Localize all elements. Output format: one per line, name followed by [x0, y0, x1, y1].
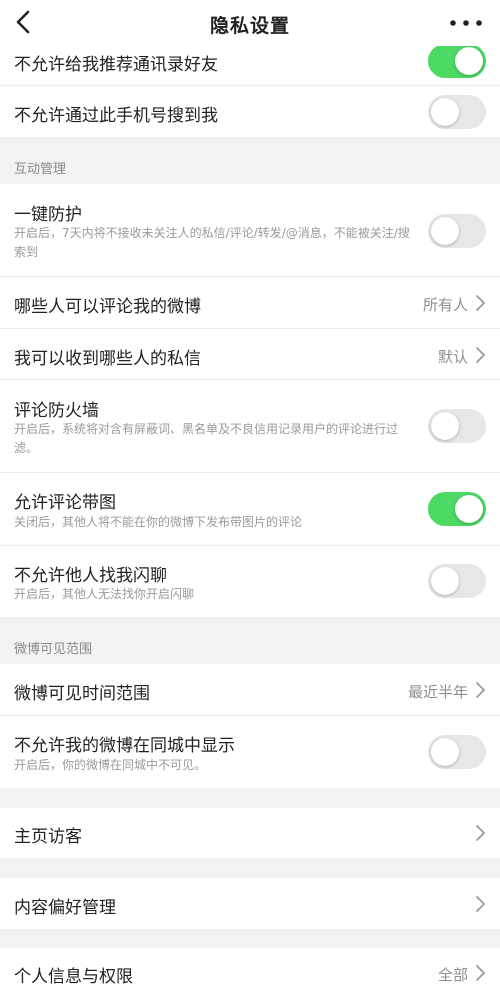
row-label: 不允许他人找我闪聊 — [14, 566, 167, 586]
navigation-bar: 隐私设置 — [0, 0, 500, 46]
row-personal-info[interactable]: 个人信息与权限 全部 — [0, 948, 500, 988]
chevron-right-icon — [476, 896, 485, 912]
chevron-right-icon — [476, 295, 485, 311]
toggle-flash-chat[interactable] — [428, 564, 486, 598]
toggle-recommend-contacts[interactable] — [428, 44, 486, 78]
toggle-knob — [431, 412, 459, 440]
row-content-preference[interactable]: 内容偏好管理 — [0, 878, 500, 929]
row-who-can-message[interactable]: 我可以收到哪些人的私信 默认 — [0, 329, 500, 380]
row-label: 允许评论带图 — [14, 493, 116, 513]
toggle-knob — [431, 567, 459, 595]
toggle-comment-firewall[interactable] — [428, 409, 486, 443]
chevron-right-icon — [476, 825, 485, 841]
row-label: 哪些人可以评论我的微博 — [14, 297, 201, 317]
toggle-search-by-phone[interactable] — [428, 95, 486, 129]
toggle-same-city[interactable] — [428, 735, 486, 769]
row-description: 开启后，其他人无法找你开启闪聊 — [14, 587, 195, 601]
row-who-can-comment[interactable]: 哪些人可以评论我的微博 所有人 — [0, 277, 500, 329]
row-label: 不允许通过此手机号搜到我 — [14, 106, 218, 126]
row-homepage-visitors[interactable]: 主页访客 — [0, 808, 500, 858]
row-value: 全部 — [437, 966, 468, 984]
chevron-right-icon — [476, 347, 485, 363]
row-label: 内容偏好管理 — [14, 898, 116, 918]
row-value: 默认 — [437, 348, 468, 366]
row-label: 评论防火墙 — [14, 401, 99, 421]
ellipsis-icon — [450, 20, 482, 26]
toggle-knob — [455, 47, 483, 75]
row-description: 开启后，你的微博在同城中不可见。 — [14, 758, 207, 772]
row-description: 开启后，7天内将不接收未关注人的私信/评论/转发/@消息，不能被关注/搜索到 — [14, 226, 410, 259]
row-value: 最近半年 — [407, 683, 468, 701]
row-label: 不允许给我推荐通讯录好友 — [14, 55, 218, 75]
row-visible-time-range[interactable]: 微博可见时间范围 最近半年 — [0, 664, 500, 716]
row-description: 关闭后，其他人将不能在你的微博下发布带图片的评论 — [14, 515, 303, 529]
row-label: 不允许我的微博在同城中显示 — [14, 736, 235, 756]
row-label: 我可以收到哪些人的私信 — [14, 349, 201, 369]
row-label: 个人信息与权限 — [14, 967, 133, 987]
row-flash-chat: 不允许他人找我闪聊 开启后，其他人无法找你开启闪聊 — [0, 546, 500, 617]
toggle-knob — [455, 495, 483, 523]
chevron-right-icon — [476, 965, 485, 981]
toggle-knob — [431, 738, 459, 766]
more-button[interactable] — [444, 10, 488, 36]
section-header-interaction: 互动管理 — [14, 162, 67, 177]
row-search-by-phone: 不允许通过此手机号搜到我 — [0, 86, 500, 137]
row-description: 开启后，系统将对含有屏蔽词、黑名单及不良信用记录用户的评论进行过滤。 — [14, 422, 399, 455]
row-label: 微博可见时间范围 — [14, 684, 150, 704]
row-label: 一键防护 — [14, 205, 82, 225]
toggle-knob — [431, 98, 459, 126]
toggle-knob — [431, 217, 459, 245]
section-header-visibility: 微博可见范围 — [14, 642, 93, 657]
row-label: 主页访客 — [14, 827, 82, 847]
row-value: 所有人 — [422, 296, 468, 314]
row-same-city: 不允许我的微博在同城中显示 开启后，你的微博在同城中不可见。 — [0, 716, 500, 788]
chevron-right-icon — [476, 682, 485, 698]
row-comment-images: 允许评论带图 关闭后，其他人将不能在你的微博下发布带图片的评论 — [0, 473, 500, 546]
page-title: 隐私设置 — [209, 15, 290, 37]
toggle-comment-images[interactable] — [428, 492, 486, 526]
row-one-key-protect: 一键防护 开启后，7天内将不接收未关注人的私信/评论/转发/@消息，不能被关注/… — [0, 184, 500, 277]
row-comment-firewall: 评论防火墙 开启后，系统将对含有屏蔽词、黑名单及不良信用记录用户的评论进行过滤。 — [0, 380, 500, 473]
toggle-one-key-protect[interactable] — [428, 214, 486, 248]
